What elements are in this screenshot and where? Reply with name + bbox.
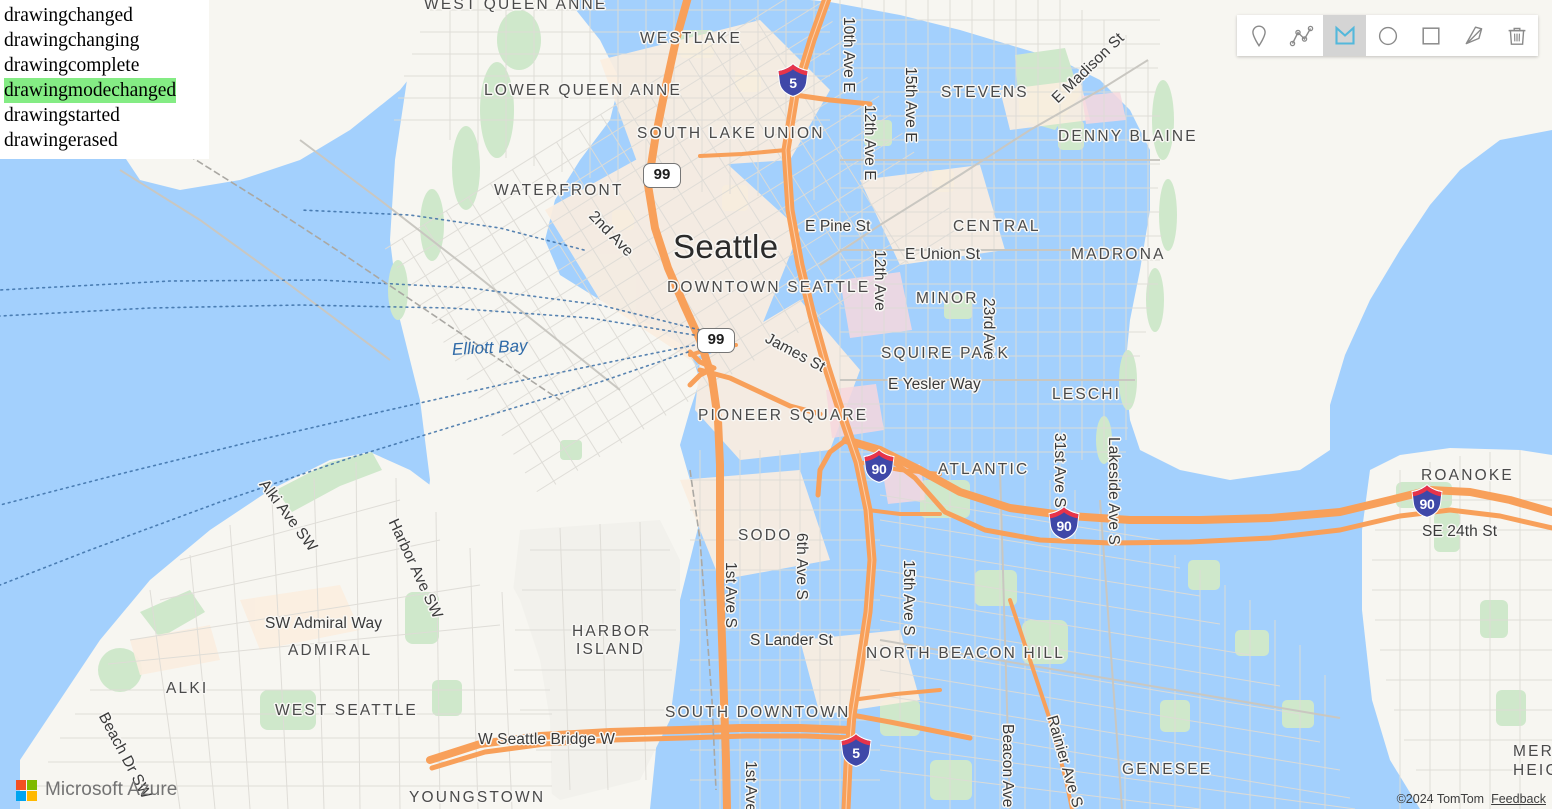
map-base-layer <box>0 0 1552 809</box>
erase-all-button[interactable] <box>1495 15 1538 56</box>
trash-icon <box>1508 27 1525 45</box>
ms-square-red <box>16 779 26 790</box>
microsoft-squares-icon <box>16 779 37 801</box>
microsoft-azure-logo: Microsoft Azure <box>16 779 177 801</box>
event-item-drawingerased[interactable]: drawingerased <box>4 128 203 153</box>
event-item-drawingstarted[interactable]: drawingstarted <box>4 103 203 128</box>
copyright-text: ©2024 TomTom <box>1396 792 1485 806</box>
event-item-drawingcomplete[interactable]: drawingcomplete <box>4 53 203 78</box>
drawing-events-list: drawingchanged drawingchanging drawingcomp… <box>0 0 209 159</box>
feedback-link[interactable]: Feedback <box>1491 792 1546 806</box>
azure-map-canvas[interactable] <box>0 0 1552 809</box>
drawing-toolbar[interactable] <box>1237 15 1538 56</box>
event-item-drawingmodechanged[interactable]: drawingmodechanged <box>4 78 177 103</box>
event-item-drawingchanged[interactable]: drawingchanged <box>4 3 203 28</box>
ms-square-blue <box>16 790 26 801</box>
ms-square-green <box>27 779 37 790</box>
draw-polygon-button[interactable] <box>1323 15 1366 56</box>
draw-line-button[interactable] <box>1280 15 1323 56</box>
event-item-drawingchanging[interactable]: drawingchanging <box>4 28 203 53</box>
draw-circle-button[interactable] <box>1366 15 1409 56</box>
circle-icon <box>1378 26 1397 45</box>
map-attribution: ©2024 TomTom Feedback <box>1397 792 1546 806</box>
edit-pencil-button[interactable] <box>1452 15 1495 56</box>
ms-square-yellow <box>27 790 37 801</box>
rectangle-icon <box>1421 26 1440 45</box>
azure-brand-text: Microsoft Azure <box>45 779 178 800</box>
map-application: Seattle WEST QUEEN ANNE WESTLAKE STEVENS LOW… <box>0 0 1552 809</box>
polygon-icon <box>1334 25 1355 45</box>
draw-rectangle-button[interactable] <box>1409 15 1452 56</box>
map-pin-icon <box>1251 24 1266 47</box>
draw-point-button[interactable] <box>1237 15 1280 56</box>
polyline-icon <box>1289 25 1313 46</box>
pencil-icon <box>1465 26 1482 44</box>
